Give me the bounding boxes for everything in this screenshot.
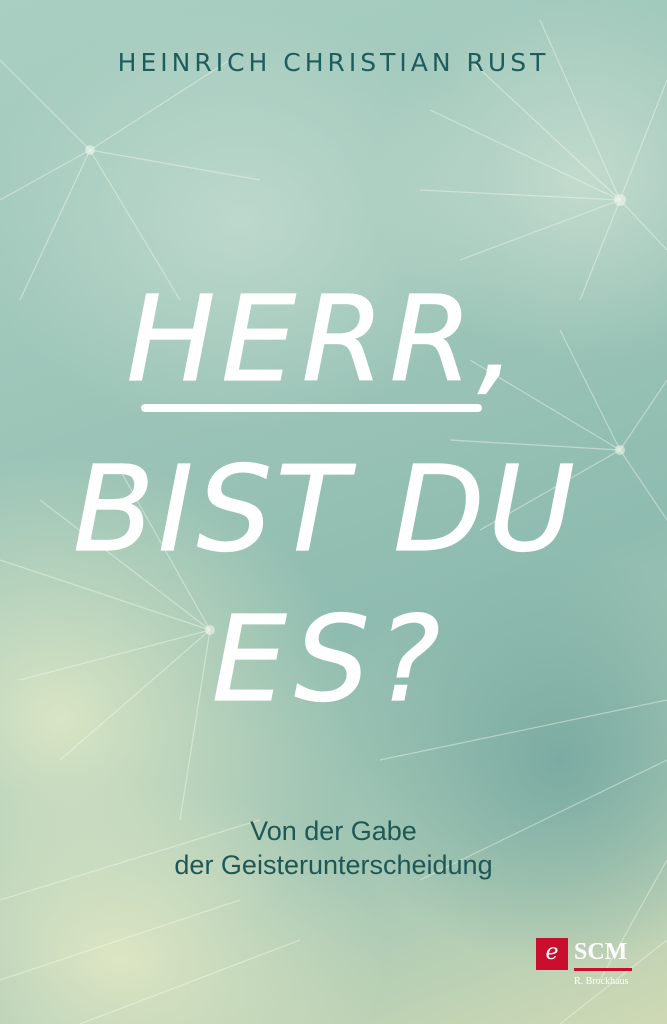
publisher-logo: e SCM R. Brockhaus bbox=[536, 938, 636, 996]
publisher-rule bbox=[574, 968, 632, 971]
title-line-1: HERR, bbox=[127, 270, 522, 408]
book-title: HERR, BIST DU ES? bbox=[0, 250, 667, 730]
ebook-mark: e bbox=[536, 938, 568, 970]
subtitle-line-2: der Geisterunterscheidung bbox=[174, 850, 493, 880]
publisher-imprint: R. Brockhaus bbox=[574, 976, 629, 987]
title-graphic: HERR, BIST DU ES? bbox=[73, 269, 578, 728]
publisher-name: SCM bbox=[574, 939, 628, 965]
book-subtitle: Von der Gabe der Geisterunterscheidung bbox=[0, 814, 667, 882]
subtitle-line-1: Von der Gabe bbox=[250, 816, 417, 846]
author-name: HEINRICH CHRISTIAN RUST bbox=[117, 48, 550, 77]
book-cover: HEINRICH CHRISTIAN RUST HERR, BIST DU ES… bbox=[0, 0, 667, 1024]
title-line-2: BIST DU bbox=[73, 440, 578, 578]
title-line-3: ES? bbox=[212, 590, 448, 728]
